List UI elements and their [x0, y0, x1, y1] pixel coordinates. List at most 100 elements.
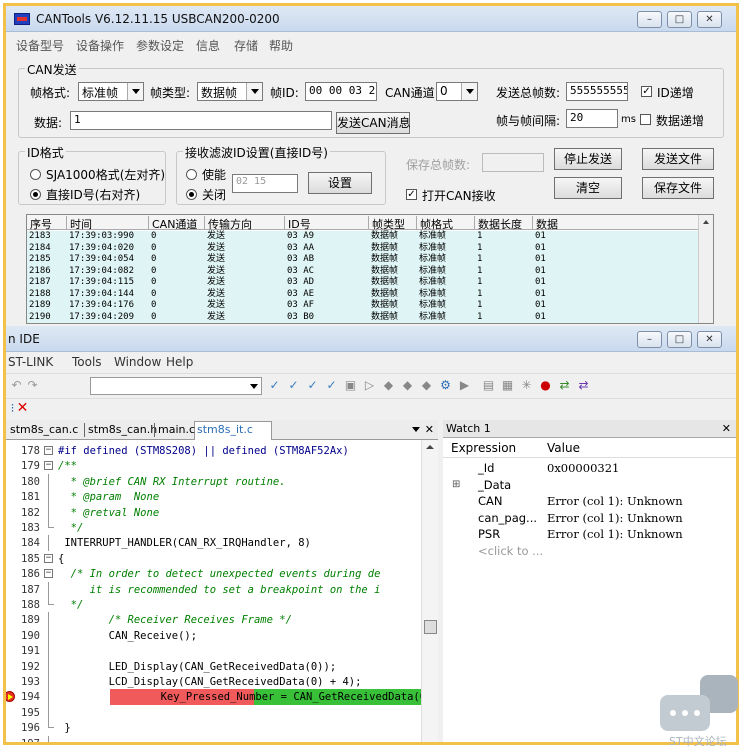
table-scrollbar[interactable] [698, 215, 713, 323]
tab-main-c[interactable]: main.c [158, 423, 195, 436]
watch-row[interactable]: ⊞ _Data [443, 477, 736, 493]
go-icon[interactable]: ⇄ [558, 379, 571, 392]
close-tab-icon[interactable]: ✕ [425, 423, 434, 436]
col-data-length[interactable]: 数据长度 [475, 216, 533, 231]
code-line[interactable]: 194 Key_Pressed_Number = CAN_GetReceived… [6, 689, 421, 706]
menu-help[interactable]: 帮助 [269, 37, 293, 54]
breakpoint-icon[interactable]: ● [539, 379, 552, 392]
minimize-icon[interactable]: – [637, 11, 662, 28]
menu-help[interactable]: Help [166, 355, 193, 369]
menu-st-link[interactable]: ST-LINK [8, 355, 53, 369]
table-row[interactable]: 2189 17:39:04:176 0 发送 03 AF 数据帧 标准帧 1 01 [27, 300, 699, 311]
watch-row[interactable]: PSR Error (col 1): Unknown [443, 526, 736, 542]
code-line[interactable]: 192 LED_Display(CAN_GetReceivedData(0)); [6, 658, 421, 675]
menu-params[interactable]: 参数设定 [136, 37, 184, 54]
maximize-icon[interactable]: □ [667, 331, 692, 348]
table-row[interactable]: 2188 17:39:04:144 0 发送 03 AE 数据帧 标准帧 1 01 [27, 289, 699, 300]
tab-stm8s-can-c[interactable]: stm8s_can.c [10, 423, 78, 436]
code-line[interactable]: 184 INTERRUPT_HANDLER(CAN_RX_IRQHandler,… [6, 535, 421, 552]
fold-toggle-icon[interactable]: − [44, 569, 53, 579]
code-line[interactable]: 180 * @brief CAN RX Interrupt routine. [6, 473, 421, 490]
debug-icon[interactable]: ⚙ [439, 379, 452, 392]
fold-toggle-icon[interactable]: − [44, 446, 53, 455]
col-data[interactable]: 数据 [533, 216, 699, 231]
id-format-left-radio[interactable] [30, 169, 41, 180]
code-line[interactable]: 179−/** [6, 458, 421, 474]
memory-icon[interactable]: ▦ [501, 379, 514, 392]
frame-type-select[interactable]: 数据帧 [197, 82, 263, 101]
id-increment-checkbox[interactable]: ✓ [641, 86, 652, 97]
watch-row[interactable]: <click to ... [443, 543, 736, 559]
code-line[interactable]: 196 } [6, 720, 421, 736]
table-row[interactable]: 2190 17:39:04:209 0 发送 03 B0 数据帧 标准帧 1 01 [27, 312, 699, 323]
code-line[interactable]: 193 LCD_Display(CAN_GetReceivedData(0) +… [6, 674, 421, 690]
send-can-message-button[interactable]: 发送CAN消息 [336, 112, 411, 134]
table-row[interactable]: 2183 17:39:03:990 0 发送 03 A9 数据帧 标准帧 1 01 [27, 231, 699, 242]
col-time[interactable]: 时间 [67, 216, 149, 231]
can-channel-select[interactable]: 0 [436, 82, 478, 101]
reset-icon[interactable]: ▶ [458, 379, 471, 392]
redo-icon[interactable]: ↷ [26, 379, 39, 392]
close-icon[interactable]: ✕ [697, 11, 722, 28]
watch-icon[interactable]: ✳ [520, 379, 533, 392]
menu-info[interactable]: 信息 [196, 37, 220, 54]
id-format-right-radio[interactable] [30, 189, 41, 200]
step-into-icon[interactable]: ◆ [382, 379, 395, 392]
code-line[interactable]: 178− #if defined (STM8S208) || defined (S… [6, 443, 421, 459]
col-frame-format[interactable]: 帧格式 [417, 216, 475, 231]
col-seq[interactable]: 序号 [27, 216, 67, 231]
expand-icon[interactable]: ⊞ [452, 477, 460, 493]
code-area[interactable]: 178− #if defined (STM8S208) || defined (S… [6, 440, 421, 742]
code-line[interactable]: 185−{ [6, 551, 421, 567]
code-line[interactable]: 186− /* In order to detect unexpected ev… [6, 566, 421, 582]
maximize-icon[interactable]: □ [667, 11, 692, 28]
code-line[interactable]: 189 /* Receiver Receives Frame */ [6, 612, 421, 629]
step-over-icon[interactable]: ▷ [363, 379, 376, 392]
menu-tools[interactable]: Tools [72, 355, 102, 369]
data-input[interactable]: 1 [70, 111, 332, 130]
code-line[interactable]: 190 CAN_Receive(); [6, 627, 421, 644]
rebuild-icon[interactable]: ✓ [306, 379, 319, 392]
build-all-icon[interactable]: ✓ [325, 379, 338, 392]
total-frames-input[interactable]: 555555555 [566, 82, 628, 101]
code-line[interactable]: 195 [6, 704, 421, 721]
tab-stm8s-can-h[interactable]: stm8s_can.h [88, 423, 157, 436]
code-line[interactable]: 191 [6, 643, 421, 660]
interval-input[interactable]: 20 [566, 109, 618, 128]
menu-storage[interactable]: 存储 [234, 37, 258, 54]
code-line[interactable]: 197 [6, 735, 421, 742]
watch-row[interactable]: _Id 0x00000321 [443, 460, 736, 476]
run-to-cursor-icon[interactable]: ◆ [420, 379, 433, 392]
send-file-button[interactable]: 发送文件 [642, 148, 714, 170]
watch-row[interactable]: CAN Error (col 1): Unknown [443, 493, 736, 509]
col-can-channel[interactable]: CAN通道 [149, 216, 205, 231]
layout-icon[interactable]: ▤ [482, 379, 495, 392]
code-line[interactable]: 181 * @param None [6, 489, 421, 506]
close-icon[interactable]: ✕ [722, 420, 731, 438]
undo-icon[interactable]: ↶ [10, 379, 23, 392]
fold-toggle-icon[interactable]: − [44, 461, 53, 471]
find-combo[interactable] [90, 377, 262, 395]
filter-set-button[interactable]: 设置 [308, 172, 372, 194]
scroll-up-icon[interactable] [426, 445, 434, 449]
code-line[interactable]: 187 it is recommended to set a breakpoin… [6, 581, 421, 598]
code-line[interactable]: 188 */ [6, 597, 421, 613]
table-row[interactable]: 2184 17:39:04:020 0 发送 03 AA 数据帧 标准帧 1 01 [27, 243, 699, 254]
tab-stm8s-it-c[interactable]: stm8s_it.c [197, 423, 253, 436]
col-frame-type[interactable]: 帧类型 [369, 216, 417, 231]
check-icon[interactable]: ✓ [268, 379, 281, 392]
stop-debug-icon[interactable]: ⇄ [577, 379, 590, 392]
table-row[interactable]: 2186 17:39:04:082 0 发送 03 AC 数据帧 标准帧 1 01 [27, 266, 699, 277]
save-file-button[interactable]: 保存文件 [642, 177, 714, 199]
message-table[interactable]: 序号 时间 CAN通道 传输方向 ID号 帧类型 帧格式 数据长度 数据 218… [26, 214, 714, 324]
frame-id-input[interactable]: 00 00 03 22 [305, 82, 377, 101]
table-row[interactable]: 2185 17:39:04:054 0 发送 03 AB 数据帧 标准帧 1 01 [27, 254, 699, 265]
menu-device-ops[interactable]: 设备操作 [76, 37, 124, 54]
watch-row[interactable]: can_pag... Error (col 1): Unknown [443, 510, 736, 526]
filter-enable-radio[interactable] [186, 169, 197, 180]
frame-format-select[interactable]: 标准帧 [78, 82, 144, 101]
table-row[interactable]: 2187 17:39:04:115 0 发送 03 AD 数据帧 标准帧 1 01 [27, 277, 699, 288]
data-increment-checkbox[interactable] [640, 114, 651, 125]
minimize-icon[interactable]: – [637, 331, 662, 348]
close-icon[interactable]: ✕ [697, 331, 722, 348]
